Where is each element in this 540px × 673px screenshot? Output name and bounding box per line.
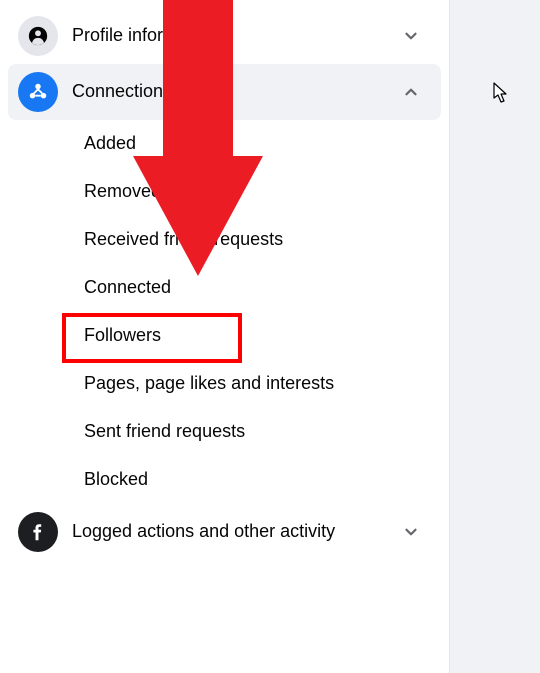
sub-label: Received friend requests xyxy=(84,228,283,251)
sub-label: Sent friend requests xyxy=(84,420,245,443)
menu-connections[interactable]: Connections xyxy=(8,64,441,120)
chevron-down-icon xyxy=(401,522,421,542)
sub-received-friend-requests[interactable]: Received friend requests xyxy=(8,216,441,264)
sub-removed[interactable]: Removed xyxy=(8,168,441,216)
sub-label: Connected xyxy=(84,276,171,299)
chevron-down-icon xyxy=(401,26,421,46)
sub-followers[interactable]: Followers xyxy=(8,312,441,360)
sub-label: Blocked xyxy=(84,468,148,491)
sub-connected[interactable]: Connected xyxy=(8,264,441,312)
chevron-up-icon xyxy=(401,82,421,102)
menu-label: Logged actions and other activity xyxy=(72,520,401,543)
sub-sent-friend-requests[interactable]: Sent friend requests xyxy=(8,408,441,456)
menu-label: Profile information xyxy=(72,24,401,47)
sub-label: Followers xyxy=(84,324,161,347)
menu-logged-actions[interactable]: Logged actions and other activity xyxy=(8,504,441,560)
sub-label: Removed xyxy=(84,180,161,203)
sub-label: Pages, page likes and interests xyxy=(84,372,334,395)
profile-icon xyxy=(18,16,58,56)
menu-label: Connections xyxy=(72,80,401,103)
sub-blocked[interactable]: Blocked xyxy=(8,456,441,504)
sub-added[interactable]: Added xyxy=(8,120,441,168)
facebook-logo-icon xyxy=(18,512,58,552)
sub-label: Added xyxy=(84,132,136,155)
sub-pages-likes-interests[interactable]: Pages, page likes and interests xyxy=(8,360,441,408)
connections-icon xyxy=(18,72,58,112)
menu-profile-information[interactable]: Profile information xyxy=(8,8,441,64)
right-pane xyxy=(449,0,540,673)
settings-sidebar: Profile information Connections Added Re… xyxy=(0,0,449,673)
